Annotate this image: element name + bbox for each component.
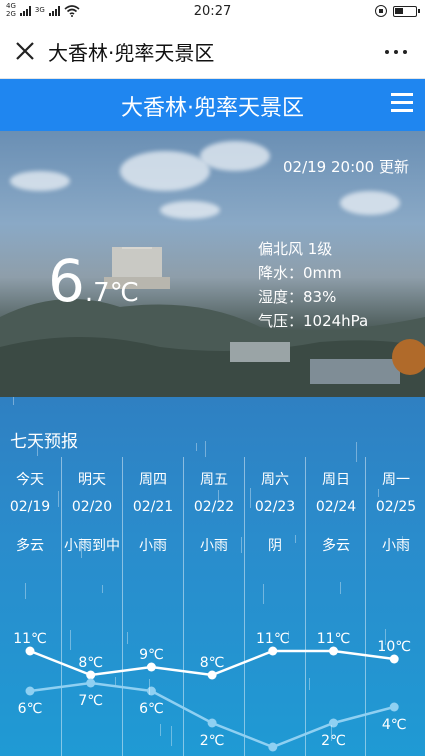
- rain-streak: [288, 631, 289, 639]
- low-temp-label: 7℃: [78, 693, 103, 709]
- clock: 20:27: [193, 4, 232, 19]
- low-temp-point: [86, 678, 96, 688]
- close-icon: [16, 42, 34, 60]
- pressure-info: 气压：1024hPa: [258, 312, 369, 330]
- more-button[interactable]: [381, 36, 411, 66]
- humidity-info: 湿度：83%: [258, 288, 337, 306]
- rain-streak: [149, 679, 150, 695]
- current-temperature: 6.7℃: [48, 247, 139, 315]
- rain-streak: [340, 582, 341, 594]
- rain-streak: [378, 489, 379, 497]
- high-temp-point: [207, 670, 217, 680]
- rain-streak: [309, 678, 310, 690]
- rain-streak: [25, 583, 26, 599]
- update-time: 02/19 20:00 更新: [283, 158, 409, 176]
- rain-streak: [356, 442, 357, 462]
- high-temp-point: [268, 646, 278, 656]
- rain-streak: [385, 629, 386, 645]
- high-temp-label: 11℃: [317, 631, 351, 647]
- high-temp-point: [329, 646, 338, 656]
- rain-streak: [241, 537, 242, 553]
- seven-day-forecast: 七天预报 今天 02/19 多云 明天 02/20 小雨到中 周四 02/21 小雨 周五 02/2…: [0, 397, 425, 756]
- high-temp-point: [389, 654, 399, 664]
- high-temp-label: 10℃: [377, 639, 411, 655]
- low-temp-point: [25, 686, 35, 696]
- rain-streak: [171, 726, 172, 746]
- rain-streak: [250, 488, 251, 508]
- low-temp-label: 4℃: [382, 717, 407, 733]
- rotation-lock-icon: [375, 5, 387, 17]
- high-temp-label: 11℃: [13, 631, 47, 647]
- rain-streak: [127, 632, 128, 644]
- high-temp-label: 9℃: [139, 647, 164, 663]
- status-bar: 4G 2G 3G 20:27: [0, 0, 425, 24]
- low-temp-point: [268, 742, 278, 752]
- nav-title: 大香林·兜率天景区: [48, 41, 215, 65]
- low-temp-label: 2℃: [200, 733, 225, 749]
- high-temp-point: [86, 670, 96, 680]
- nav-bar: 大香林·兜率天景区: [0, 24, 425, 79]
- rain-streak: [13, 397, 14, 405]
- rain-streak: [218, 490, 219, 502]
- high-temp-label: 8℃: [200, 655, 225, 671]
- rain-streak: [160, 724, 161, 736]
- high-temp-label: 11℃: [256, 631, 290, 647]
- wind-info: 偏北风 1级: [258, 240, 333, 258]
- rain-streak: [37, 444, 38, 456]
- rain-streak: [295, 535, 296, 543]
- rain-streak: [196, 443, 197, 451]
- high-temp-label: 8℃: [78, 655, 103, 671]
- rain-streak: [81, 538, 82, 558]
- battery-icon: [393, 5, 420, 17]
- rain-streak: [205, 441, 206, 457]
- rain-streak: [402, 536, 403, 548]
- page-title: 大香林·兜率天景区: [121, 96, 304, 121]
- low-temp-point: [207, 718, 217, 728]
- temperature-chart: 11℃8℃9℃8℃11℃11℃10℃6℃7℃6℃2℃-1℃2℃4℃: [13, 631, 411, 752]
- app-header: 大香林·兜率天景区: [0, 79, 425, 131]
- current-weather-panel: 02/19 20:00 更新 6.7℃ 偏北风 1级 降水：0mm 湿度：83%…: [0, 131, 425, 397]
- weather-details: 偏北风 1级 降水：0mm 湿度：83% 气压：1024hPa: [258, 237, 368, 333]
- high-temp-point: [25, 646, 35, 656]
- rain-streak: [58, 491, 59, 507]
- low-temp-label: 2℃: [321, 733, 346, 749]
- low-temp-label: 6℃: [18, 701, 43, 717]
- low-temp-point: [389, 702, 399, 712]
- precip-info: 降水：0mm: [258, 264, 342, 282]
- rain-streak: [102, 585, 103, 593]
- close-button[interactable]: [10, 36, 40, 66]
- high-temp-point: [146, 662, 156, 672]
- low-temp-label: 6℃: [139, 701, 164, 717]
- rain-streak: [115, 677, 116, 685]
- rain-streak: [331, 725, 332, 741]
- rain-streak: [70, 630, 71, 650]
- hamburger-menu-button[interactable]: [391, 93, 415, 115]
- rain-streak: [263, 584, 264, 604]
